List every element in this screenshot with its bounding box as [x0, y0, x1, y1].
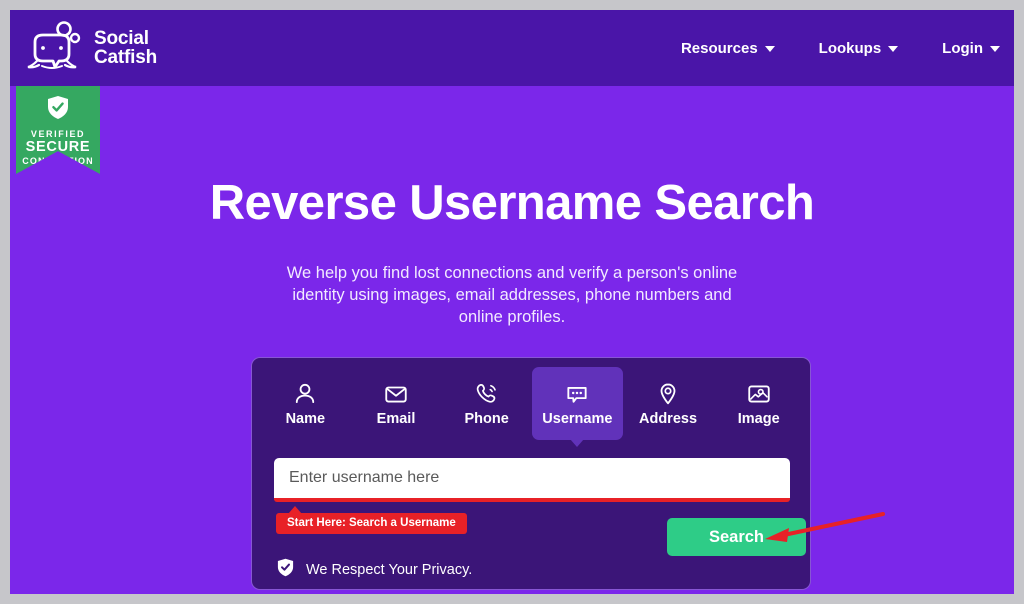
tab-label: Phone	[464, 410, 509, 427]
map-pin-icon	[660, 383, 676, 404]
search-input[interactable]	[274, 458, 790, 502]
shield-check-icon	[277, 558, 294, 581]
secure-badge-line1: VERIFIED	[30, 129, 86, 139]
nav-item-label: Lookups	[818, 40, 882, 57]
tab-email[interactable]: Email	[351, 367, 442, 440]
secure-badge-line3: CONNECTION	[22, 156, 94, 166]
chevron-down-icon	[888, 45, 899, 52]
brand-name: Social Catfish	[94, 29, 157, 67]
chevron-down-icon	[764, 45, 775, 52]
shield-check-icon	[16, 95, 100, 125]
verified-secure-badge: VERIFIED SECURE CONNECTION	[16, 86, 100, 174]
search-button[interactable]: Search	[667, 518, 806, 556]
tab-username[interactable]: Username	[532, 367, 623, 447]
page-title: Reverse Username Search	[209, 176, 815, 230]
main-navigation: Resources Lookups Login	[681, 40, 1000, 57]
catfish-logo-icon	[27, 21, 81, 69]
site-header: Social Catfish Resources Lookups Login	[10, 10, 1014, 86]
chevron-down-icon	[990, 45, 1000, 52]
brand-logo[interactable]: Social Catfish	[24, 20, 157, 76]
search-card: Name Email Phone Username Address Image …	[251, 357, 811, 590]
brand-name-line2: Catfish	[94, 47, 157, 68]
brand-name-line1: Social	[94, 28, 149, 49]
secure-badge-line2: SECURE	[25, 139, 91, 155]
tab-label: Name	[285, 410, 326, 427]
nav-item-lookups[interactable]: Lookups	[819, 40, 899, 57]
tab-label: Username	[542, 410, 613, 427]
phone-icon	[476, 383, 496, 403]
search-type-tabs: Name Email Phone Username Address Image	[260, 367, 804, 447]
nav-item-resources[interactable]: Resources	[681, 40, 775, 57]
start-here-callout: Start Here: Search a Username	[276, 506, 467, 534]
nav-item-label: Resources	[680, 40, 758, 57]
photo-icon	[748, 384, 770, 403]
tab-label: Email	[376, 410, 416, 427]
nav-item-login[interactable]: Login	[942, 40, 1000, 57]
tab-image[interactable]: Image	[713, 367, 804, 440]
privacy-label: We Respect Your Privacy.	[306, 561, 473, 578]
tab-label: Address	[639, 410, 698, 427]
envelope-icon	[385, 386, 407, 403]
search-input-wrap	[274, 458, 790, 502]
tab-phone[interactable]: Phone	[441, 367, 532, 440]
tab-label: Image	[737, 410, 780, 427]
privacy-notice: We Respect Your Privacy.	[277, 558, 472, 581]
person-icon	[296, 383, 315, 403]
tab-address[interactable]: Address	[623, 367, 714, 440]
speech-bubble-icon	[567, 386, 587, 403]
page-subtitle: We help you find lost connections and ve…	[286, 264, 738, 326]
nav-item-label: Login	[942, 40, 983, 57]
tab-name[interactable]: Name	[260, 367, 351, 440]
page-root: Social Catfish Resources Lookups Login V…	[10, 10, 1014, 594]
